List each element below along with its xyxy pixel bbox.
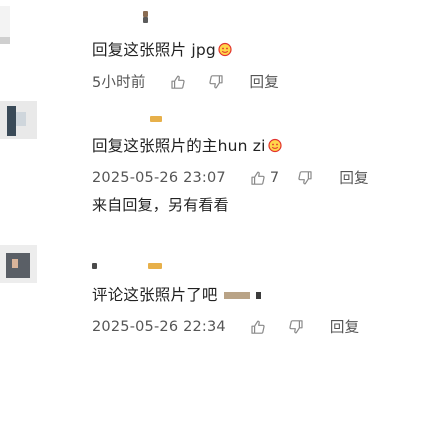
- comment-text: 回复这张照片 jpg: [92, 38, 233, 61]
- image-thumb[interactable]: [92, 263, 97, 269]
- image-thumb[interactable]: [143, 17, 148, 23]
- thumb-down-icon: [298, 170, 312, 184]
- image-row: [92, 263, 97, 269]
- thumb-up-icon: [170, 75, 185, 89]
- dislike-button[interactable]: [208, 74, 224, 90]
- comment-extra: 来自回复，另有看看: [92, 196, 229, 214]
- image-row: [148, 263, 162, 269]
- dislike-button[interactable]: [297, 170, 313, 186]
- like-button[interactable]: 7: [250, 170, 279, 186]
- comment-meta: 2025-05-26 22:34 回复: [92, 316, 359, 337]
- comment-text: 评论这张照片了吧: [92, 283, 261, 305]
- comment-meta: 2025-05-26 23:07 7 回复: [92, 167, 369, 188]
- timestamp: 5小时前: [92, 75, 146, 91]
- reply-label: 回复: [249, 75, 279, 91]
- like-count: 7: [269, 169, 280, 186]
- image-row: [143, 17, 148, 23]
- comment-body: 回复这张照片的主hun zi: [92, 137, 266, 155]
- thumb-down-icon: [289, 319, 303, 333]
- avatar[interactable]: [0, 101, 37, 139]
- comment-body: 评论这张照片了吧: [92, 286, 218, 304]
- emoji-icon: [217, 42, 233, 61]
- avatar[interactable]: [0, 245, 37, 283]
- image-thumb[interactable]: [150, 116, 162, 122]
- thumb-up-icon: [251, 171, 265, 185]
- reply-button[interactable]: 回复: [330, 316, 359, 337]
- timestamp: 2025-05-26 22:34: [92, 318, 226, 335]
- timestamp: 2025-05-26 23:07: [92, 169, 226, 186]
- image-thumb[interactable]: [143, 11, 148, 17]
- image-row: [150, 116, 162, 122]
- reply-button[interactable]: 回复: [339, 167, 368, 188]
- dislike-button[interactable]: [288, 319, 304, 335]
- image-thumb[interactable]: [223, 292, 250, 299]
- comment-text: 回复这张照片的主hun zi: [92, 134, 283, 157]
- reply-label: 回复: [339, 171, 369, 187]
- image-thumb[interactable]: [255, 292, 261, 299]
- reply-label: 回复: [329, 320, 360, 336]
- like-button[interactable]: [170, 74, 190, 90]
- comment-body: 回复这张照片 jpg: [92, 41, 216, 59]
- thumb-up-icon: [251, 320, 265, 334]
- thumb-down-icon: [208, 74, 223, 88]
- comment-meta: 5小时前 回复: [92, 71, 279, 92]
- like-button[interactable]: [250, 319, 270, 335]
- image-row: [143, 11, 148, 17]
- emoji-icon: [267, 138, 283, 157]
- reply-button[interactable]: 回复: [250, 71, 279, 92]
- image-thumb[interactable]: [148, 263, 162, 269]
- avatar[interactable]: [0, 6, 37, 44]
